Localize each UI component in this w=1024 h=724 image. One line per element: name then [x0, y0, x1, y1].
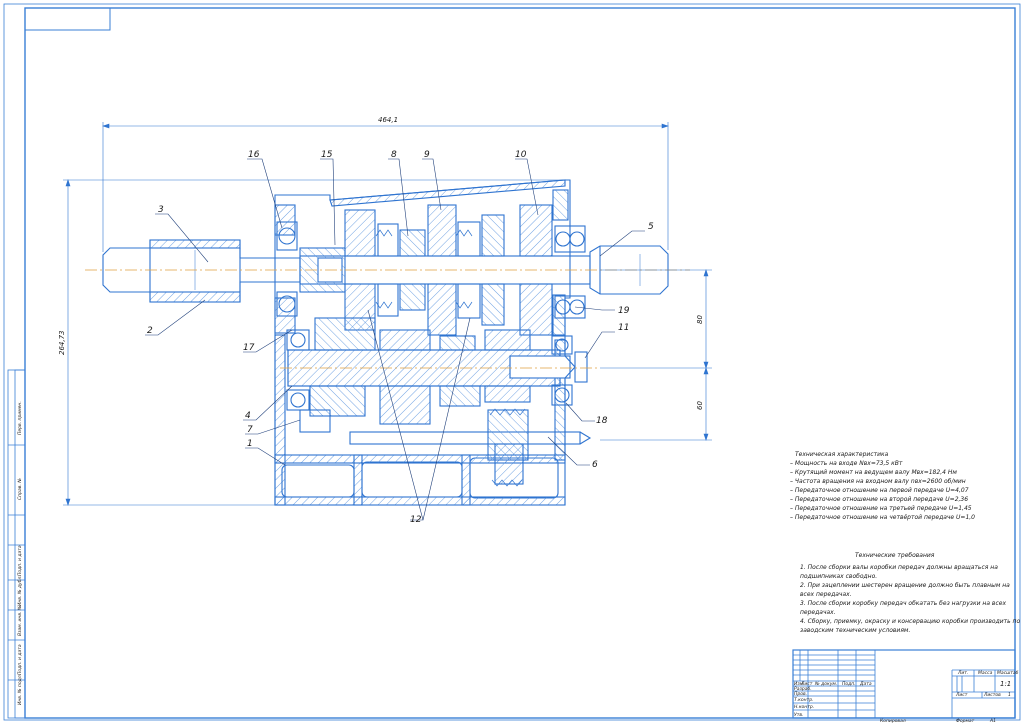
tb-lit-label: Лит. [957, 670, 968, 676]
callout-4: 4 [245, 411, 251, 421]
tech-char-line-5: – Передаточное отношение на второй перед… [790, 496, 968, 503]
dim-center-60: 60 [696, 401, 704, 410]
tech-char-title: Техническая характеристика [795, 451, 889, 458]
tb-sheets-label: Листов [983, 692, 1001, 698]
tb-row-nkontr: Н.контр. [794, 704, 814, 710]
callout-6: 6 [592, 460, 598, 470]
tech-req-line-1: 1. После сборки валы коробки передач дол… [800, 564, 998, 571]
callout-11: 11 [618, 323, 629, 333]
tech-req-title: Технические требования [855, 552, 935, 559]
tech-req-line-5: 3. После сборки коробку передач обкатать… [800, 600, 1006, 607]
tb-mass-label: Масса [978, 670, 993, 676]
dimension-lines [63, 122, 712, 506]
drawing-sheet: Инв. № подл. Подп. и дата Взам. инв. № И… [3, 3, 1020, 724]
tb-sheet-label: Лист [955, 692, 968, 698]
tb-format-label: Формат [956, 718, 975, 724]
tech-req-line-3: 2. При зацеплении шестерен вращение долж… [800, 582, 1010, 589]
stamp-podp-data-1: Подп. и дата [17, 644, 23, 675]
callout-19: 19 [618, 306, 630, 316]
tech-char-line-4: – Передаточное отношение на первой перед… [790, 487, 969, 494]
tech-characteristics: Техническая характеристика – Мощность на… [790, 451, 975, 521]
dim-center-80: 80 [696, 315, 704, 324]
callout-7: 7 [247, 425, 253, 435]
side-stamp-labels: Инв. № подл. Подп. и дата Взам. инв. № И… [17, 401, 23, 705]
tech-req-line-4: всех передачах. [800, 591, 852, 598]
callout-10: 10 [515, 150, 527, 160]
tech-char-line-7: – Передаточное отношение на четвёртой пе… [790, 514, 975, 521]
callout-12: 12 [410, 515, 422, 525]
callout-8: 8 [391, 150, 397, 160]
callout-5: 5 [648, 222, 654, 232]
tech-char-line-6: – Передаточное отношение на третьей пере… [790, 505, 972, 512]
tb-row-utv: Утв. [794, 712, 803, 718]
callout-17: 17 [243, 343, 255, 353]
tech-char-line-3: – Частота вращения на входном валу nвх=2… [790, 478, 966, 485]
callout-3: 3 [158, 205, 164, 215]
tech-requirements: Технические требования 1. После сборки в… [800, 552, 1020, 634]
gearbox-section-drawing [102, 179, 669, 506]
stamp-sprav: Справ. № [17, 478, 23, 500]
callout-16: 16 [248, 150, 260, 160]
stamp-vzam-inv: Взам. инв. № [17, 605, 23, 636]
stamp-podp-data-2: Подп. и дата [17, 545, 23, 576]
tb-row-tkontr: Т.контр. [794, 697, 814, 703]
tb-col-podp: Подп. [842, 681, 856, 687]
callout-18: 18 [596, 416, 608, 426]
callout-1: 1 [247, 439, 253, 449]
stamp-inv-podl: Инв. № подл. [17, 674, 23, 705]
tech-req-line-8: заводским техническим условиям. [800, 627, 910, 634]
tb-col-data: Дата [859, 681, 872, 687]
callout-15: 15 [321, 150, 333, 160]
dim-overall-length: 464,1 [378, 116, 398, 124]
title-block-text: Изм Лист № докум. Подп. Дата Разраб. Про… [794, 670, 1019, 724]
callout-9: 9 [424, 150, 430, 160]
tb-col-doc: № докум. [814, 681, 837, 687]
tech-req-line-7: 4. Сборку, приемку, окраску и консерваци… [800, 618, 1020, 625]
tech-char-line-1: – Мощность на входе Nвх=73,5 кВт [790, 460, 903, 467]
tb-format-value: А1 [989, 718, 996, 724]
tb-copied-label: Копировал [880, 718, 906, 724]
stamp-perv-primen: Перв. примен. [17, 401, 23, 435]
stamp-inv-dubl: Инв. № дубл. [17, 575, 23, 606]
tech-req-line-6: передачах. [800, 609, 836, 616]
input-shaft [102, 239, 301, 303]
tb-sheets-value: 1 [1008, 692, 1011, 698]
tech-req-line-2: подшипниках свободно. [800, 573, 877, 580]
callout-2: 2 [147, 326, 153, 336]
tb-scale-label: Масштаб [997, 670, 1019, 676]
tech-char-line-2: – Крутящий момент на ведущем валу Mвх=18… [790, 469, 957, 476]
tb-scale-value: 1:1 [1000, 680, 1011, 688]
dim-overall-height: 264,73 [58, 331, 66, 356]
tb-row-prov: Пров. [794, 691, 807, 697]
